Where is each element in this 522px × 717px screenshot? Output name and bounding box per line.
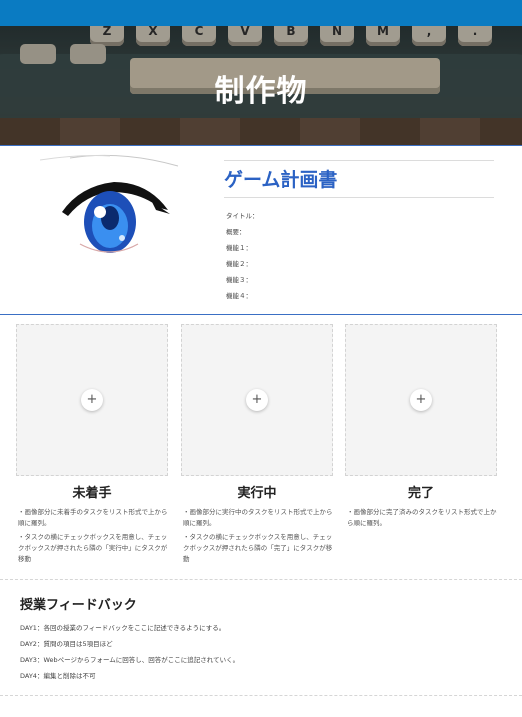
plus-icon: + — [86, 392, 98, 407]
column-text: ・画像部分に実行中のタスクをリスト形式で上から順に羅列。 — [183, 508, 333, 527]
eye-highlight — [119, 235, 125, 241]
add-image-button[interactable]: + — [246, 389, 268, 411]
top-bar — [0, 0, 522, 26]
image-placeholder-done: + — [345, 324, 497, 476]
field-feature-2: 機能２： — [226, 260, 252, 268]
feedback-title: 授業フィードバック — [20, 598, 137, 613]
divider — [0, 314, 522, 315]
field-feature-3: 機能３： — [226, 276, 252, 284]
image-placeholder-todo: + — [16, 324, 168, 476]
column-title-in-progress: 実行中 — [237, 486, 277, 501]
column-title-done: 完了 — [407, 486, 434, 501]
document-title: ゲーム計画書 — [224, 169, 338, 191]
field-feature-1: 機能１： — [226, 244, 252, 252]
plus-icon: + — [415, 392, 427, 407]
add-image-button[interactable]: + — [81, 389, 103, 411]
eye-illustration — [40, 154, 179, 253]
divider — [0, 145, 522, 146]
image-placeholder-in-progress: + — [181, 324, 333, 476]
section-divider — [0, 579, 522, 580]
eye-highlight — [94, 206, 106, 218]
feedback-day-3: DAY3：Webページからフォームに回答し、回答がここに追記されていく。 — [20, 656, 240, 664]
field-feature-4: 機能４： — [226, 292, 252, 300]
feedback-day-4: DAY4：編集と削除は不可 — [20, 672, 96, 680]
title-rule — [224, 160, 494, 161]
column-title-todo: 未着手 — [72, 486, 112, 501]
plus-icon: + — [251, 392, 263, 407]
field-summary: 概要： — [226, 228, 246, 236]
title-rule — [224, 197, 494, 198]
field-title: タイトル： — [226, 212, 259, 220]
feedback-day-1: DAY1：各回の授業のフィードバックをここに記述できるようにする。 — [20, 624, 226, 632]
column-text: ・タスクの横にチェックボックスを用意し、チェックボックスが押されたら隣の「完了」… — [183, 533, 333, 563]
column-text: ・画像部分に未着手のタスクをリスト形式で上から順に羅列。 — [18, 508, 168, 527]
eyebrow-line — [69, 154, 179, 167]
column-text: ・タスクの横にチェックボックスを用意し、チェックボックスが押されたら隣の「実行中… — [18, 533, 168, 563]
page-title: 制作物 — [214, 74, 308, 109]
section-divider — [0, 695, 522, 696]
column-text: ・画像部分に完了済みのタスクをリスト形式で上から順に羅列。 — [347, 508, 497, 527]
add-image-button[interactable]: + — [410, 389, 432, 411]
feedback-day-2: DAY2：質問の項目は5項目ほど — [20, 640, 113, 648]
